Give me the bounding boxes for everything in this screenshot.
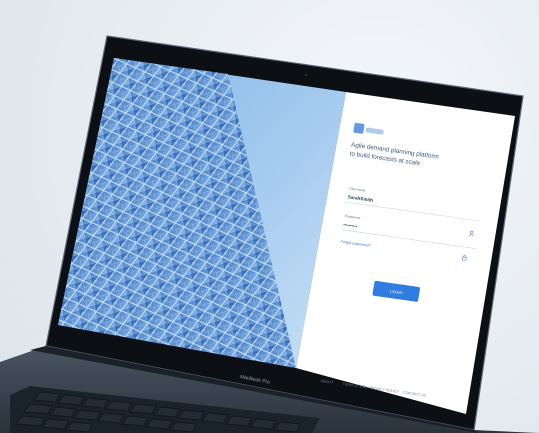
stage: Agile demand planning platform to build …	[0, 0, 539, 433]
hero-photo	[58, 58, 346, 368]
macbook-mockup: Agile demand planning platform to build …	[0, 35, 539, 433]
camera-dot	[304, 73, 308, 77]
